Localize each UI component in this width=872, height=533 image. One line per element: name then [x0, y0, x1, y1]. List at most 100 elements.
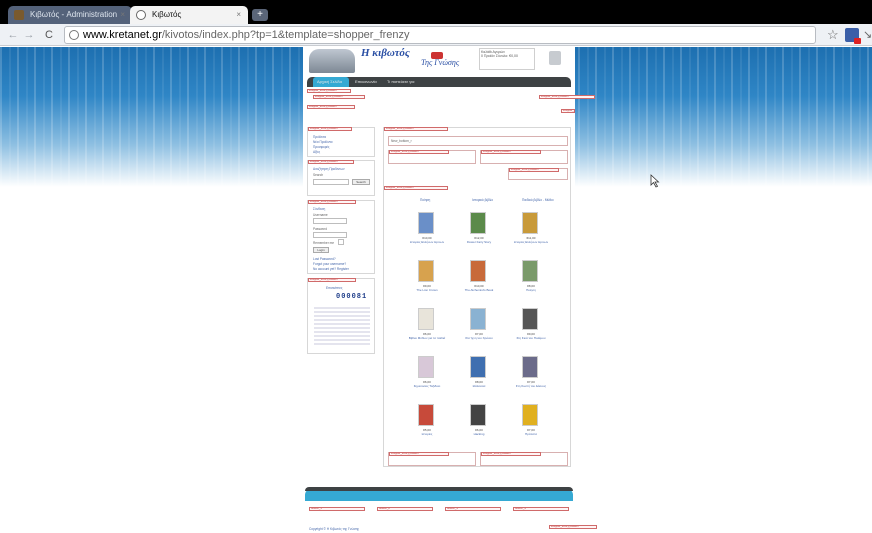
product-name[interactable]: Σημειώσεις Ταξιδιού	[406, 384, 448, 388]
cart-icon[interactable]	[549, 51, 561, 65]
product-image[interactable]	[470, 308, 486, 330]
module-tag: shopper_frenzy position	[307, 105, 355, 109]
product-name[interactable]: Flower Fairy Story	[458, 240, 500, 244]
product-image[interactable]	[522, 404, 538, 426]
product-card[interactable]: €11,00 Ιστορίες Ελλήνων Ηρώων	[510, 212, 552, 258]
back-icon[interactable]: ←	[6, 28, 20, 42]
password-field[interactable]	[313, 232, 347, 238]
footer-text: Copyright © Η Κιβωτός της Γνώσης	[309, 527, 360, 531]
close-icon[interactable]: ×	[236, 6, 241, 24]
product-image[interactable]	[418, 308, 434, 330]
product-card[interactable]: €7,00 Στη Σιωπή του Δάσους	[510, 356, 552, 402]
bottom-right-module: shopper_frenzy position	[480, 452, 568, 466]
reload-icon[interactable]: C	[42, 28, 56, 42]
main-content: shopper_frenzy position New_bottom_r sho…	[383, 127, 571, 467]
extension-icon[interactable]	[845, 28, 861, 44]
product-name[interactable]: The Alchemist's Book	[458, 288, 500, 292]
product-name[interactable]: Ιστορίες	[406, 432, 448, 436]
ark-logo-icon	[309, 49, 355, 73]
product-image[interactable]	[522, 356, 538, 378]
module-tag: shopper_frenzy position	[308, 200, 356, 204]
bookmark-star-icon[interactable]: ☆	[827, 27, 839, 43]
product-card[interactable]: €9,00 The Lion Crown	[406, 260, 448, 306]
product-card[interactable]: €12,00 Flower Fairy Story	[458, 212, 500, 258]
product-name[interactable]: Στα Ίχνη του Χρόνου	[458, 336, 500, 340]
product-card[interactable]: €7,00 Στα Ίχνη του Χρόνου	[458, 308, 500, 354]
close-icon[interactable]: ×	[120, 6, 125, 24]
browser-toolbar: ← → C www.kretanet.gr/kivotos/index.php?…	[0, 24, 872, 46]
product-card[interactable]: €6,00 Σημειώσεις Ταξιδιού	[406, 356, 448, 402]
product-card[interactable]: €8,00 Ποίηση	[510, 260, 552, 306]
forward-icon[interactable]: →	[22, 28, 36, 42]
module-tag: shopper_frenzy position	[384, 127, 448, 131]
product-image[interactable]	[470, 404, 486, 426]
site-container: Η κιβωτός Της Γνώσης Καλάθι Αγορών 0 Προ…	[303, 47, 597, 533]
login-title: Σύνδεση	[313, 207, 326, 211]
product-name[interactable]: Βιβλίο Μύθων για τα παιδιά	[406, 336, 448, 340]
category-header[interactable]: Ποίηση	[420, 198, 430, 202]
login-button[interactable]: Login	[313, 247, 329, 253]
product-name[interactable]: Ιστορίες Ελλήνων Ηρώων	[406, 240, 448, 244]
product-name[interactable]: Hacking	[458, 432, 500, 436]
search-label: Search	[313, 173, 324, 177]
left-link[interactable]: Νέα Προϊόντα	[313, 140, 332, 144]
product-image[interactable]	[470, 260, 486, 282]
product-name[interactable]: Θάλασσα	[458, 384, 500, 388]
product-image[interactable]	[418, 404, 434, 426]
product-name[interactable]: Πρότυπα	[510, 432, 552, 436]
product-image[interactable]	[522, 308, 538, 330]
address-bar[interactable]: www.kretanet.gr/kivotos/index.php?tp=1&t…	[64, 26, 816, 44]
product-card[interactable]: €6,00 Βιβλίο Μύθων για τα παιδιά	[406, 308, 448, 354]
tab-kivotos[interactable]: Κιβωτός ×	[130, 6, 248, 24]
product-image[interactable]	[470, 212, 486, 234]
product-name[interactable]: The Lion Crown	[406, 288, 448, 292]
menu-item-home[interactable]: Αρχική Σελίδα	[317, 79, 342, 84]
login-module: shopper_frenzy position Σύνδεση Username…	[307, 200, 375, 274]
product-name[interactable]: Στη Σκιά του Πολέμου	[510, 336, 552, 340]
left-link[interactable]: Προϊόντα	[313, 135, 326, 139]
lost-password-link[interactable]: Lost Password?	[313, 257, 336, 261]
product-name[interactable]: Ιστορίες Ελλήνων Ηρώων	[510, 240, 552, 244]
product-card[interactable]: €10,00 Ιστορίες Ελλήνων Ηρώων	[406, 212, 448, 258]
search-input[interactable]	[313, 179, 349, 185]
product-image[interactable]	[522, 212, 538, 234]
category-header[interactable]: Ιστορικό βιβλίο	[472, 198, 493, 202]
tab-admin-label: Κιβωτός - Administration	[30, 10, 118, 19]
remember-label: Remember me	[313, 241, 335, 245]
product-card[interactable]: €6,00 Hacking	[458, 404, 500, 450]
product-image[interactable]	[418, 260, 434, 282]
menu-item-contact[interactable]: Επικοινωνία	[355, 79, 377, 84]
product-card[interactable]: €5,00 Ιστορίες	[406, 404, 448, 450]
username-field[interactable]	[313, 218, 347, 224]
menu-item-about[interactable]: Τι πιστεύετε για	[387, 79, 414, 84]
register-link[interactable]: No account yet? Register	[313, 267, 349, 271]
new-tab-button[interactable]: +	[252, 9, 268, 21]
module-tag: shopper_frenzy position	[509, 168, 559, 172]
category-header[interactable]: Παιδικό βιβλίο - Μύθοι	[522, 198, 553, 202]
product-image[interactable]	[522, 260, 538, 282]
logo-subtitle: Της Γνώσης	[421, 58, 460, 67]
module-tag: shopper_frenzy position	[389, 150, 449, 154]
product-image[interactable]	[418, 212, 434, 234]
wrench-icon[interactable]: ↘	[863, 28, 872, 41]
logo-title[interactable]: Η κιβωτός	[361, 47, 410, 59]
remember-checkbox[interactable]	[338, 239, 344, 245]
tab-admin[interactable]: Κιβωτός - Administration ×	[8, 6, 132, 24]
product-card[interactable]: €8,00 Θάλασσα	[458, 356, 500, 402]
left-link[interactable]: Αξίες	[313, 150, 320, 154]
new-right-module: shopper_frenzy position	[480, 150, 568, 164]
product-image[interactable]	[418, 356, 434, 378]
product-image[interactable]	[470, 356, 486, 378]
cart-box[interactable]: Καλάθι Αγορών 0 Προϊόν Σύνολο: €0,00	[479, 48, 535, 70]
left-link[interactable]: Προσφορές	[313, 145, 329, 149]
product-name[interactable]: Ποίηση	[510, 288, 552, 292]
product-name[interactable]: Στη Σιωπή του Δάσους	[510, 384, 552, 388]
product-card[interactable]: €9,00 Στη Σκιά του Πολέμου	[510, 308, 552, 354]
forgot-username-link[interactable]: Forgot your username?	[313, 262, 346, 266]
product-card[interactable]: €10,00 The Alchemist's Book	[458, 260, 500, 306]
left-menu-module: shopper_frenzy position Προϊόντα Νέα Προ…	[307, 127, 375, 157]
main-menu: Αρχική Σελίδα Επικοινωνία Τι πιστεύετε γ…	[307, 77, 571, 87]
visitors-title: Επισκέπτες	[326, 286, 343, 290]
search-button[interactable]: Search	[352, 179, 370, 185]
product-card[interactable]: €7,00 Πρότυπα	[510, 404, 552, 450]
